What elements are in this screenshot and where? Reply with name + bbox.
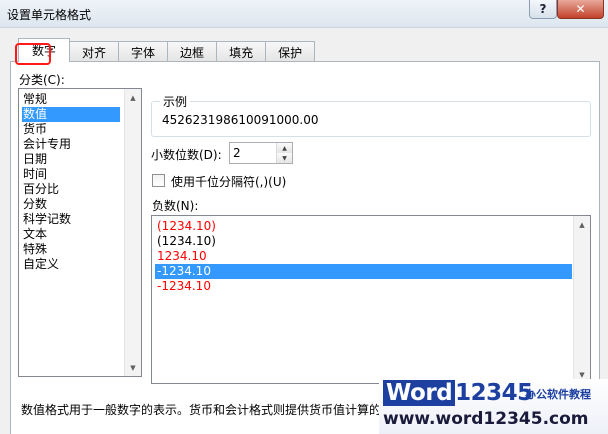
negative-item-parens-black[interactable]: (1234.10)	[155, 234, 572, 249]
tab-bar: 数字 对齐 字体 边框 填充 保护	[18, 38, 316, 62]
tab-protection[interactable]: 保护	[265, 41, 316, 62]
watermark-tagline: 办公软件教程	[525, 388, 591, 401]
watermark-logo: Word 12345	[383, 380, 533, 406]
scroll-down-icon[interactable]: ▼	[125, 359, 141, 376]
category-item-accounting[interactable]: 会计专用	[22, 137, 120, 152]
category-item-fraction[interactable]: 分数	[22, 197, 120, 212]
decimals-spin-buttons: ▲ ▼	[276, 143, 292, 163]
watermark-url: www.word12345.com	[383, 409, 589, 429]
watermark-logo-number: 12345	[455, 380, 533, 406]
category-item-time[interactable]: 时间	[22, 167, 120, 182]
category-item-scientific[interactable]: 科学记数	[22, 212, 120, 227]
negative-numbers-list[interactable]: (1234.10) (1234.10) 1234.10 -1234.10 -12…	[151, 215, 591, 384]
tab-fill[interactable]: 填充	[216, 41, 267, 62]
negative-item-parens-red[interactable]: (1234.10)	[155, 219, 572, 234]
thousands-separator-checkbox[interactable]	[152, 174, 165, 187]
sample-value: 452623198610091000.00	[162, 113, 319, 127]
sample-group: 示例 452623198610091000.00	[151, 93, 591, 137]
title-bar: 设置单元格格式 ? ✕	[0, 0, 608, 28]
spin-down-icon[interactable]: ▼	[277, 153, 292, 163]
decimals-label: 小数位数(D):	[151, 148, 222, 162]
spin-up-icon[interactable]: ▲	[277, 143, 292, 153]
negative-item-minus-red[interactable]: -1234.10	[155, 279, 572, 294]
category-item-number[interactable]: 数值	[22, 107, 120, 122]
close-button[interactable]: ✕	[557, 0, 604, 19]
negative-numbers-label: 负数(N):	[152, 199, 199, 213]
watermark: Word 12345 办公软件教程 www.word12345.com	[379, 379, 608, 434]
category-scrollbar[interactable]: ▲ ▼	[124, 89, 141, 376]
highlight-annotation	[15, 43, 51, 65]
decimals-value[interactable]: 2	[233, 146, 241, 160]
help-button[interactable]: ?	[529, 0, 557, 19]
category-item-general[interactable]: 常规	[22, 92, 120, 107]
thousands-separator-label[interactable]: 使用千位分隔符(,)(U)	[171, 173, 286, 190]
category-item-date[interactable]: 日期	[22, 152, 120, 167]
format-description: 数值格式用于一般数字的表示。货币和会计格式则提供货币值计算的	[21, 403, 382, 417]
negative-item-minus-black[interactable]: -1234.10	[155, 264, 572, 279]
dialog-title: 设置单元格格式	[7, 8, 92, 22]
tab-border[interactable]: 边框	[167, 41, 218, 62]
close-icon: ✕	[575, 2, 586, 16]
tab-alignment[interactable]: 对齐	[69, 41, 120, 62]
help-icon: ?	[539, 2, 547, 16]
scroll-up-icon[interactable]: ▲	[574, 216, 590, 233]
negative-item-plain-red[interactable]: 1234.10	[155, 249, 572, 264]
category-item-special[interactable]: 特殊	[22, 242, 120, 257]
category-list[interactable]: 常规 数值 货币 会计专用 日期 时间 百分比 分数 科学记数 文本 特殊 自定…	[18, 88, 142, 377]
scroll-up-icon[interactable]: ▲	[125, 89, 141, 106]
watermark-logo-word: Word	[383, 380, 456, 406]
tab-font[interactable]: 字体	[118, 41, 169, 62]
category-item-custom[interactable]: 自定义	[22, 257, 120, 272]
negative-scrollbar[interactable]: ▲ ▼	[573, 216, 590, 383]
category-label: 分类(C):	[19, 73, 65, 87]
decimals-stepper[interactable]: 2 ▲ ▼	[229, 142, 293, 164]
sample-label: 示例	[160, 93, 191, 110]
category-item-percentage[interactable]: 百分比	[22, 182, 120, 197]
category-item-currency[interactable]: 货币	[22, 122, 120, 137]
category-item-text[interactable]: 文本	[22, 227, 120, 242]
